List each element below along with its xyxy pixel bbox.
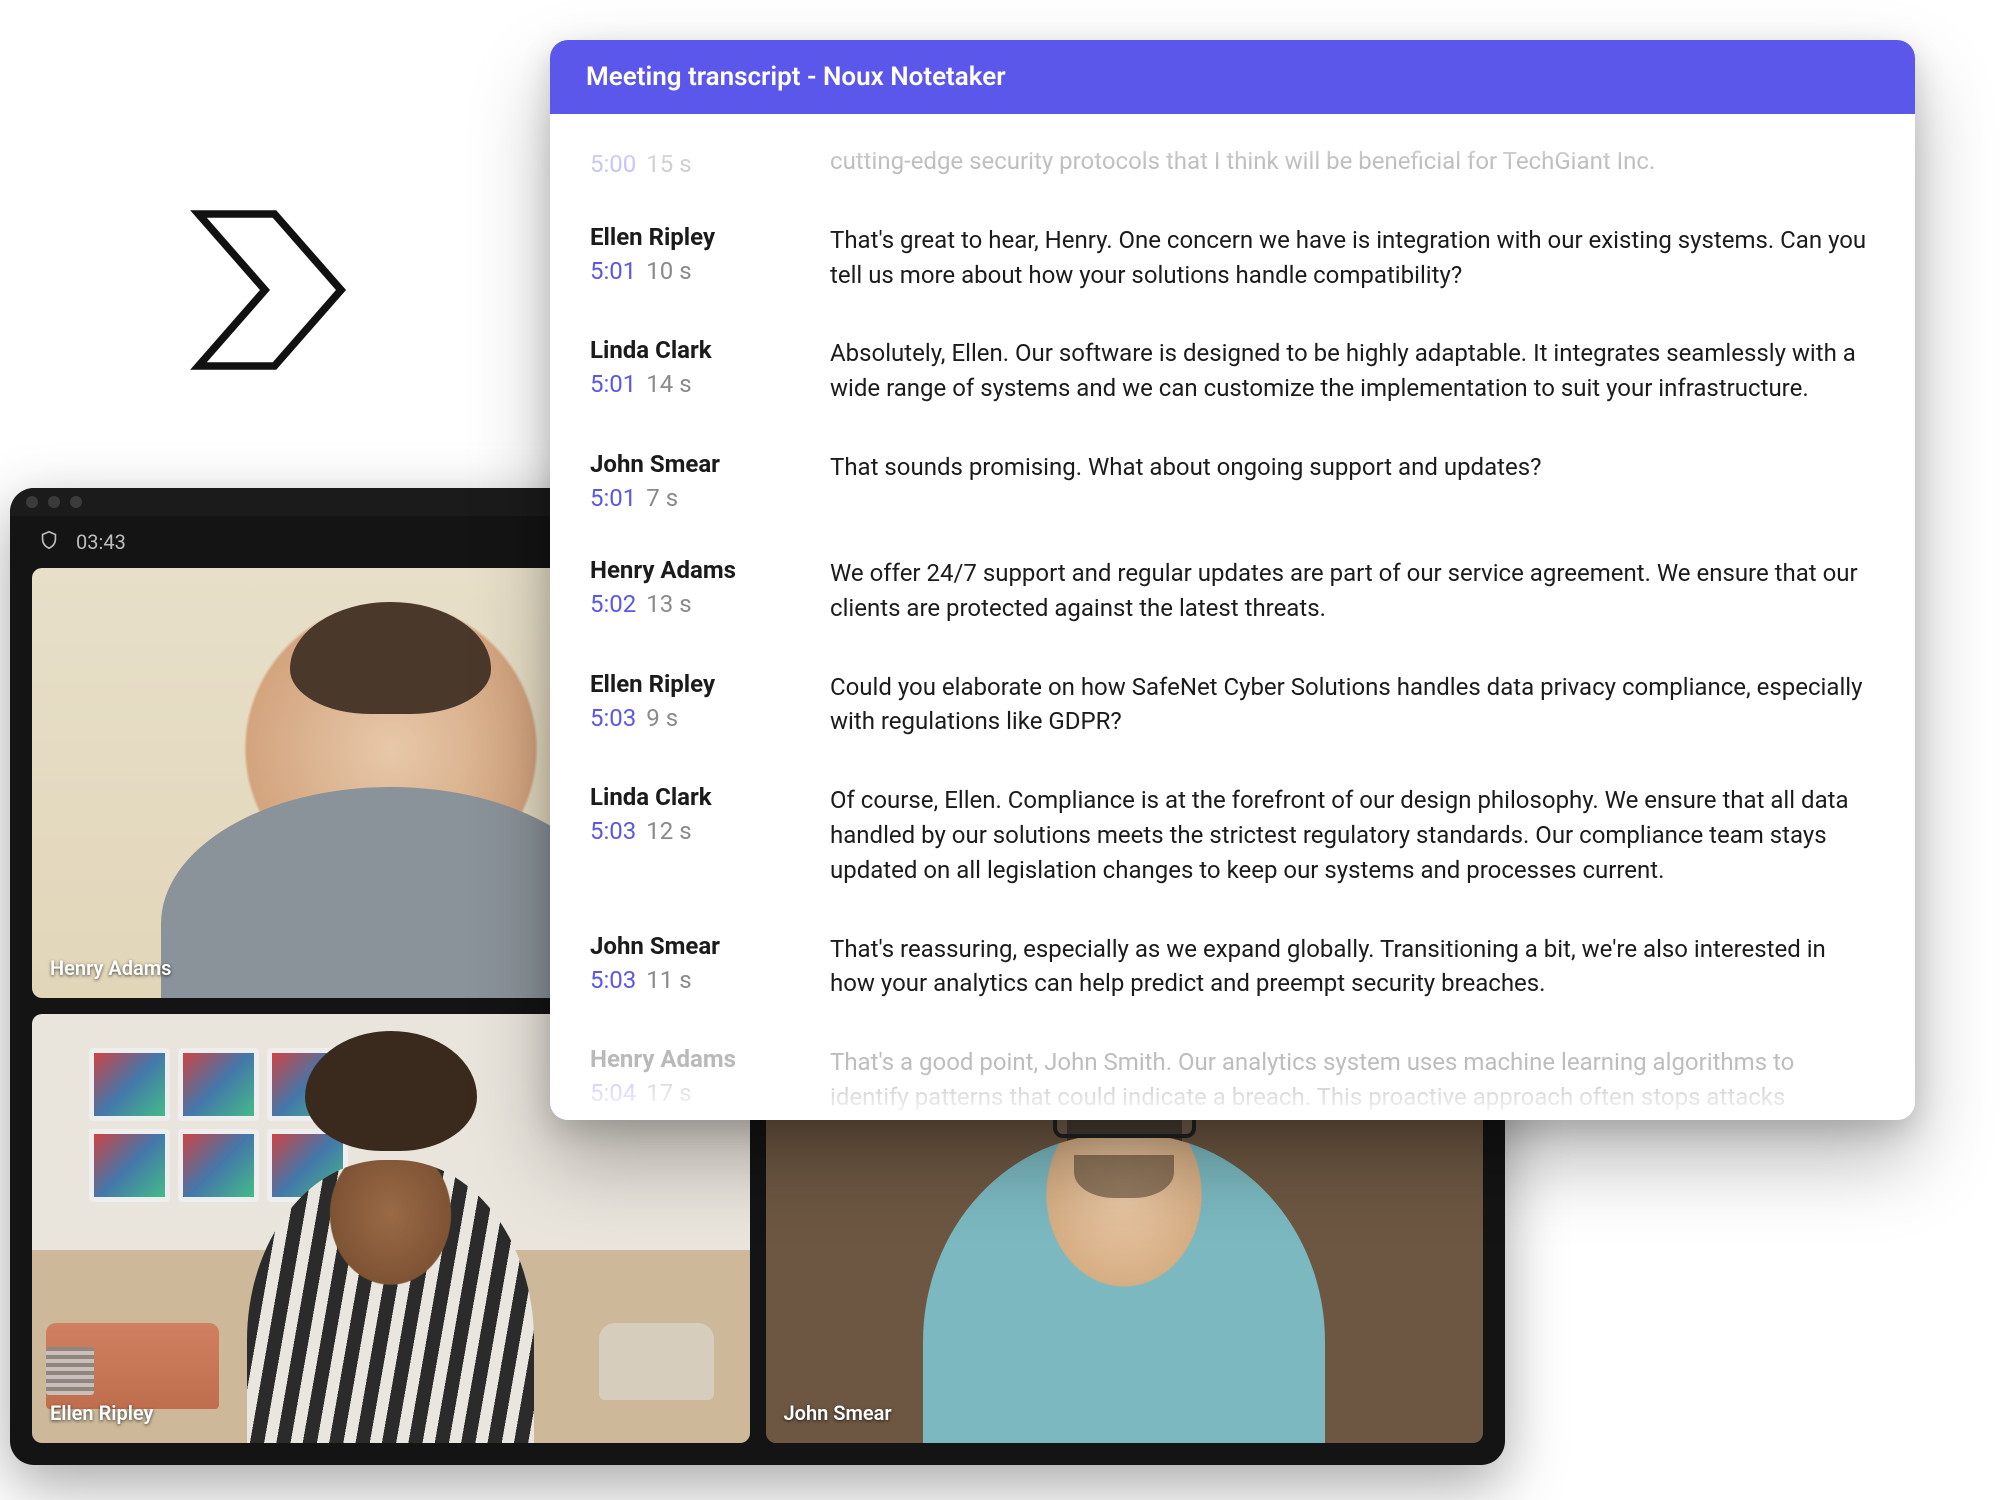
entry-meta: Ellen Ripley 5:03 9 s: [590, 670, 800, 740]
entry-text: cutting-edge security protocols that I t…: [830, 144, 1875, 179]
entry-text: Of course, Ellen. Compliance is at the f…: [830, 783, 1875, 887]
entry-speaker: John Smear: [590, 450, 800, 478]
entry-text: That sounds promising. What about ongoin…: [830, 450, 1875, 512]
entry-duration: 17 s: [646, 1079, 691, 1107]
participant-name: John Smear: [784, 1401, 892, 1425]
qr-badge: [46, 1347, 94, 1395]
entry-duration: 9 s: [646, 704, 678, 732]
transcript-body[interactable]: 5:00 15 s cutting-edge security protocols …: [550, 114, 1915, 1120]
entry-timing: 5:03 12 s: [590, 817, 800, 845]
entry-timing: 5:01 10 s: [590, 257, 800, 285]
transcript-entry[interactable]: Henry Adams 5:04 17 s That's a good point, …: [590, 1025, 1875, 1120]
entry-timing: 5:00 15 s: [590, 150, 800, 178]
entry-timestamp[interactable]: 5:04: [590, 1079, 636, 1107]
entry-timestamp[interactable]: 5:03: [590, 966, 636, 994]
entry-duration: 7 s: [646, 484, 678, 512]
entry-meta: Henry Adams 5:04 17 s: [590, 1045, 800, 1115]
entry-text: That's a good point, John Smith. Our ana…: [830, 1045, 1875, 1115]
entry-timing: 5:01 7 s: [590, 484, 800, 512]
entry-text: Absolutely, Ellen. Our software is desig…: [830, 336, 1875, 406]
transcript-entry[interactable]: Henry Adams 5:02 13 s We offer 24/7 support…: [590, 536, 1875, 650]
entry-timestamp[interactable]: 5:01: [590, 370, 636, 398]
participant-name: Ellen Ripley: [50, 1401, 154, 1425]
shield-icon: [38, 529, 60, 556]
entry-timestamp[interactable]: 5:03: [590, 704, 636, 732]
window-control-dot[interactable]: [70, 496, 82, 508]
transcript-entry[interactable]: 5:00 15 s cutting-edge security protocols …: [590, 124, 1875, 203]
transcript-entry[interactable]: Linda Clark 5:03 12 s Of course, Ellen. Com…: [590, 763, 1875, 911]
chevron-right-icon: [170, 195, 360, 385]
entry-meta: Linda Clark 5:01 14 s: [590, 336, 800, 406]
entry-timestamp[interactable]: 5:02: [590, 590, 636, 618]
entry-text: Could you elaborate on how SafeNet Cyber…: [830, 670, 1875, 740]
entry-speaker: Ellen Ripley: [590, 670, 800, 698]
entry-text: That's reassuring, especially as we expa…: [830, 932, 1875, 1002]
window-control-dot[interactable]: [26, 496, 38, 508]
entry-duration: 12 s: [646, 817, 691, 845]
transcript-title: Meeting transcript - Noux Notetaker: [550, 40, 1915, 114]
transcript-entry[interactable]: Ellen Ripley 5:03 9 s Could you elaborate o…: [590, 650, 1875, 764]
transcript-entry[interactable]: John Smear 5:03 11 s That's reassuring, esp…: [590, 912, 1875, 1026]
entry-meta: 5:00 15 s: [590, 144, 800, 179]
entry-timestamp[interactable]: 5:01: [590, 257, 636, 285]
entry-duration: 10 s: [646, 257, 691, 285]
entry-speaker: John Smear: [590, 932, 800, 960]
transcript-entry[interactable]: Ellen Ripley 5:01 10 s That's great to hear…: [590, 203, 1875, 317]
entry-text: That's great to hear, Henry. One concern…: [830, 223, 1875, 293]
entry-speaker: Linda Clark: [590, 336, 800, 364]
entry-timing: 5:04 17 s: [590, 1079, 800, 1107]
entry-speaker: Linda Clark: [590, 783, 800, 811]
entry-meta: Linda Clark 5:03 12 s: [590, 783, 800, 887]
entry-duration: 11 s: [646, 966, 691, 994]
entry-speaker: Ellen Ripley: [590, 223, 800, 251]
entry-duration: 13 s: [646, 590, 691, 618]
entry-timing: 5:03 11 s: [590, 966, 800, 994]
entry-speaker: Henry Adams: [590, 1045, 800, 1073]
entry-speaker: Henry Adams: [590, 556, 800, 584]
entry-duration: 15 s: [646, 150, 691, 178]
entry-timing: 5:03 9 s: [590, 704, 800, 732]
entry-timestamp[interactable]: 5:03: [590, 817, 636, 845]
entry-timing: 5:01 14 s: [590, 370, 800, 398]
entry-text: We offer 24/7 support and regular update…: [830, 556, 1875, 626]
entry-duration: 14 s: [646, 370, 691, 398]
transcript-entry[interactable]: John Smear 5:01 7 s That sounds promising. …: [590, 430, 1875, 536]
participant-name: Henry Adams: [50, 956, 171, 980]
entry-meta: John Smear 5:01 7 s: [590, 450, 800, 512]
entry-timestamp[interactable]: 5:00: [590, 150, 636, 178]
entry-meta: Ellen Ripley 5:01 10 s: [590, 223, 800, 293]
window-control-dot[interactable]: [48, 496, 60, 508]
entry-timing: 5:02 13 s: [590, 590, 800, 618]
transcript-panel: Meeting transcript - Noux Notetaker 5:00…: [550, 40, 1915, 1120]
entry-meta: John Smear 5:03 11 s: [590, 932, 800, 1002]
entry-timestamp[interactable]: 5:01: [590, 484, 636, 512]
call-timer: 03:43: [76, 530, 126, 554]
entry-meta: Henry Adams 5:02 13 s: [590, 556, 800, 626]
transcript-entry[interactable]: Linda Clark 5:01 14 s Absolutely, Ellen. Ou…: [590, 316, 1875, 430]
